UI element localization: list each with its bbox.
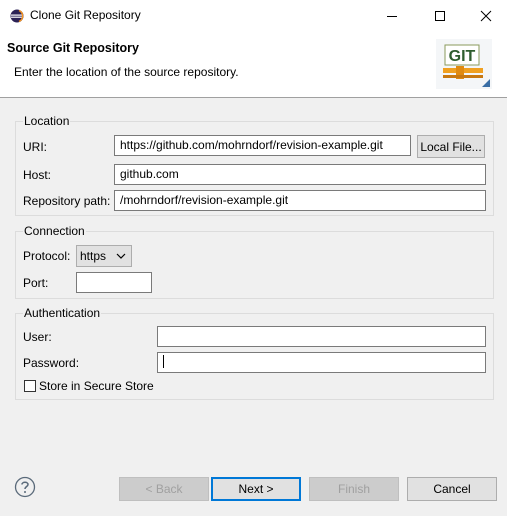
cancel-button[interactable]: Cancel	[407, 477, 497, 501]
port-input[interactable]	[76, 272, 152, 293]
location-group-title: Location	[23, 114, 71, 128]
window-title: Clone Git Repository	[30, 8, 141, 22]
minimize-icon	[387, 15, 397, 17]
finish-button[interactable]: Finish	[309, 477, 399, 501]
repository-path-label: Repository path:	[23, 194, 111, 208]
maximize-icon	[435, 10, 445, 21]
chevron-down-icon	[116, 253, 126, 259]
connection-group-title: Connection	[23, 224, 86, 238]
protocol-value: https	[80, 249, 107, 263]
close-icon	[480, 10, 492, 21]
page-title: Source Git Repository	[7, 41, 139, 55]
help-icon	[14, 476, 36, 498]
git-logo-text: GIT	[449, 48, 476, 65]
password-label: Password:	[23, 356, 80, 370]
uri-input[interactable]: https://github.com/mohrndorf/revision-ex…	[114, 135, 411, 156]
minimize-button[interactable]	[369, 0, 415, 31]
close-button[interactable]	[463, 0, 507, 31]
back-button[interactable]: < Back	[119, 477, 209, 501]
repository-path-input[interactable]: /mohrndorf/revision-example.git	[114, 190, 486, 211]
password-input[interactable]	[157, 352, 486, 373]
local-file-button[interactable]: Local File...	[417, 135, 485, 158]
user-input[interactable]	[157, 326, 486, 347]
store-secure-checkbox[interactable]	[24, 380, 36, 392]
page-description: Enter the location of the source reposit…	[14, 65, 239, 79]
protocol-label: Protocol:	[23, 249, 71, 263]
store-secure-label[interactable]: Store in Secure Store	[39, 379, 154, 393]
port-label: Port:	[23, 276, 49, 290]
protocol-select[interactable]: https	[76, 245, 132, 267]
eclipse-icon	[10, 9, 24, 23]
next-button[interactable]: Next >	[211, 477, 301, 501]
help-button[interactable]	[14, 476, 36, 498]
host-input[interactable]: github.com	[114, 164, 486, 185]
maximize-button[interactable]	[417, 0, 463, 31]
authentication-group-title: Authentication	[23, 306, 102, 320]
host-label: Host:	[23, 168, 52, 182]
text-cursor	[163, 355, 164, 368]
uri-label: URI:	[23, 140, 47, 154]
user-label: User:	[23, 330, 52, 344]
git-logo-icon: GIT	[436, 39, 492, 89]
